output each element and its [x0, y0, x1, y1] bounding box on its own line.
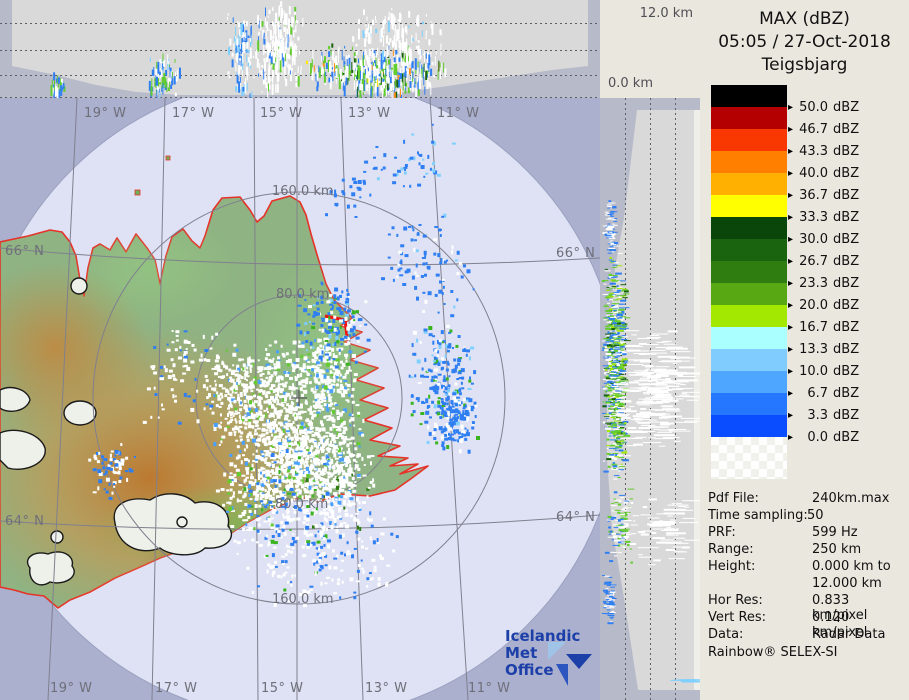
island [165, 155, 171, 161]
lon-label-top: 13° W [348, 106, 391, 121]
dbz-tick: ▸ 3.3 dBZ [788, 407, 860, 423]
dbz-tick: ▸ 30.0 dBZ [788, 231, 860, 247]
radar-map-view[interactable]: 19° W 17° W 15° W 13° W 11° W 19° W 17° … [0, 98, 600, 700]
color-swatch [711, 173, 787, 195]
color-swatch [711, 129, 787, 151]
height-scale-max-label: 12.0 km [639, 6, 693, 21]
lon-label-top: 17° W [172, 106, 215, 121]
dbz-tick: ▸ 50.0 dBZ [788, 99, 860, 115]
height-scale-box: 12.0 km 0.0 km [600, 0, 700, 98]
dbz-color-scale [711, 85, 787, 437]
lon-label-bottom: 13° W [365, 681, 408, 696]
range-ring-label: 80.0 km [275, 497, 329, 512]
lon-label-top: 15° W [260, 106, 303, 121]
tick-arrow-icon: ▸ [788, 277, 794, 289]
tick-arrow-icon: ▸ [788, 343, 794, 355]
lon-label-bottom: 11° W [468, 681, 511, 696]
tick-arrow-icon: ▸ [788, 145, 794, 157]
tick-arrow-icon: ▸ [788, 101, 794, 113]
range-ring-label: 160.0 km [272, 592, 334, 607]
height-scale-min-label: 0.0 km [608, 76, 653, 91]
dbz-tick: ▸ 40.0 dBZ [788, 165, 860, 181]
color-swatch [711, 305, 787, 327]
tick-arrow-icon: ▸ [788, 299, 794, 311]
island [134, 189, 141, 196]
color-swatch [711, 349, 787, 371]
lat-label-right: 64° N [556, 510, 596, 525]
dbz-tick: ▸ 26.7 dBZ [788, 253, 860, 269]
tick-arrow-icon: ▸ [788, 431, 794, 443]
tick-arrow-icon: ▸ [788, 189, 794, 201]
dbz-tick: ▸ 33.3 dBZ [788, 209, 860, 225]
dbz-tick: ▸ 10.0 dBZ [788, 363, 860, 379]
tick-arrow-icon: ▸ [788, 365, 794, 377]
color-swatch [711, 107, 787, 129]
color-swatch [711, 393, 787, 415]
dbz-tick: ▸ 46.7 dBZ [788, 121, 860, 137]
scan-datetime: 05:05 / 27-Oct-2018 [718, 32, 891, 52]
tick-arrow-icon: ▸ [788, 409, 794, 421]
lon-label-top: 11° W [437, 106, 480, 121]
radar-station-name: Teigsbjarg [761, 55, 848, 75]
color-swatch [711, 283, 787, 305]
tick-arrow-icon: ▸ [788, 233, 794, 245]
color-swatch [711, 327, 787, 349]
sidebar-header: MAX (dBZ) 05:05 / 27-Oct-2018 Teigsbjarg [700, 8, 909, 77]
ns-profile-echoes [601, 200, 700, 683]
product-title: MAX (dBZ) [759, 9, 850, 29]
dbz-tick: ▸ 43.3 dBZ [788, 143, 860, 159]
dbz-tick: ▸ 0.0 dBZ [788, 429, 860, 445]
dbz-tick: ▸ 6.7 dBZ [788, 385, 860, 401]
color-swatch [711, 217, 787, 239]
tick-arrow-icon: ▸ [788, 167, 794, 179]
color-swatch [711, 239, 787, 261]
dbz-tick: ▸ 20.0 dBZ [788, 297, 860, 313]
lon-label-top: 19° W [84, 106, 127, 121]
dbz-tick: ▸ 16.7 dBZ [788, 319, 860, 335]
tick-arrow-icon: ▸ [788, 211, 794, 223]
logo-triangle-mid [556, 664, 568, 686]
dbz-tick: ▸ 13.3 dBZ [788, 341, 860, 357]
color-swatch [711, 261, 787, 283]
lat-label-right: 66° N [556, 246, 596, 261]
lat-label-left: 66° N [5, 244, 45, 259]
info-sidebar: MAX (dBZ) 05:05 / 27-Oct-2018 Teigsbjarg [700, 0, 909, 700]
tick-arrow-icon: ▸ [788, 255, 794, 267]
range-ring-label: 160.0 km [272, 184, 334, 199]
lon-label-bottom: 17° W [155, 681, 198, 696]
color-swatch [711, 415, 787, 437]
lat-label-left: 64° N [5, 514, 45, 529]
dbz-tick: ▸ 23.3 dBZ [788, 275, 860, 291]
ns-height-profile-panel[interactable] [600, 98, 700, 700]
logo-triangle-dark [566, 654, 592, 669]
below-threshold-swatch [711, 437, 787, 479]
lon-label-bottom: 19° W [50, 681, 93, 696]
lon-label-bottom: 15° W [261, 681, 304, 696]
tick-arrow-icon: ▸ [788, 387, 794, 399]
color-swatch [711, 85, 787, 107]
software-credit: Rainbow® SELEX-SI [708, 645, 838, 660]
tick-arrow-icon: ▸ [788, 321, 794, 333]
color-swatch [711, 151, 787, 173]
dbz-tick: ▸ 36.7 dBZ [788, 187, 860, 203]
range-ring-label: 80.0 km [276, 287, 330, 302]
ew-height-profile-panel[interactable] [0, 0, 600, 98]
tick-arrow-icon: ▸ [788, 123, 794, 135]
color-swatch [711, 371, 787, 393]
ew-profile-echoes [50, 1, 447, 98]
logo-triangle-light [548, 642, 566, 660]
color-swatch [711, 195, 787, 217]
radar-application-window: 12.0 km 0.0 km 19° W 17° W 15° W 13° W 1… [0, 0, 909, 700]
